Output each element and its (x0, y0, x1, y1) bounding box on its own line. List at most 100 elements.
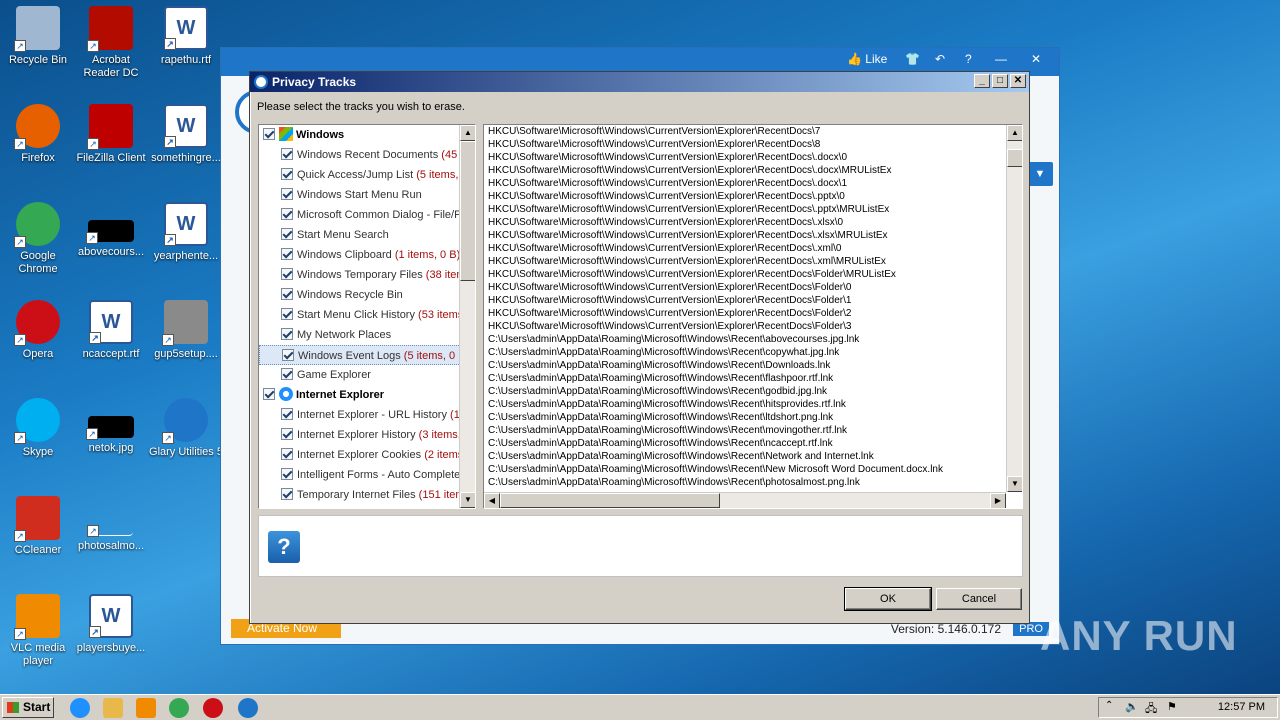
detail-vscrollbar[interactable]: ▲ ▼ (1006, 125, 1022, 492)
chrome-icon[interactable] (169, 698, 189, 718)
scroll-down-arrow-icon[interactable]: ▼ (460, 492, 475, 508)
track-path[interactable]: C:\Users\admin\AppData\Roaming\Microsoft… (484, 372, 1022, 385)
track-path[interactable]: HKCU\Software\Microsoft\Windows\CurrentV… (484, 242, 1022, 255)
track-path[interactable]: C:\Users\admin\AppData\Roaming\Microsoft… (484, 333, 1022, 346)
scroll-right-arrow-icon[interactable]: ▶ (990, 493, 1006, 508)
scroll-thumb[interactable] (500, 493, 720, 508)
checkbox[interactable] (281, 408, 293, 420)
minimize-button[interactable]: _ (974, 74, 990, 88)
checkbox[interactable] (281, 288, 293, 300)
speaker-icon[interactable]: 🔈 (1125, 700, 1139, 713)
track-path[interactable]: C:\Users\admin\AppData\Roaming\Microsoft… (484, 424, 1022, 437)
explorer-icon[interactable] (103, 698, 123, 718)
tree-item[interactable]: Internet Explorer History (3 items, (259, 425, 475, 445)
tree-item[interactable]: Quick Access/Jump List (5 items, 2 (259, 165, 475, 185)
maximize-button[interactable]: □ (992, 74, 1008, 88)
desktop-icon[interactable]: W ↗ somethingre... (148, 104, 224, 165)
tree-item[interactable]: Microsoft Common Dialog - File/Fo (259, 205, 475, 225)
desktop-icon[interactable]: ↗ gup5setup.... (148, 300, 224, 361)
tree-item[interactable]: Intelligent Forms - Auto Complete (259, 465, 475, 485)
desktop-icon[interactable]: W ↗ playersbuye... (73, 594, 149, 655)
tree-item[interactable]: Start Menu Click History (53 items, (259, 305, 475, 325)
tray-expand-icon[interactable]: ⌃ (1105, 700, 1113, 711)
checkbox[interactable] (281, 448, 293, 460)
track-path[interactable]: C:\Users\admin\AppData\Roaming\Microsoft… (484, 437, 1022, 450)
checkbox[interactable] (263, 388, 275, 400)
scroll-up-arrow-icon[interactable]: ▲ (460, 125, 475, 141)
track-path[interactable]: HKCU\Software\Microsoft\Windows\CurrentV… (484, 216, 1022, 229)
track-path[interactable]: HKCU\Software\Microsoft\Windows\CurrentV… (484, 125, 1022, 138)
checkbox[interactable] (281, 208, 293, 220)
checkbox[interactable] (281, 468, 293, 480)
tree-item[interactable]: Windows Start Menu Run (259, 185, 475, 205)
cancel-button[interactable]: Cancel (936, 588, 1022, 610)
tree-scrollbar[interactable]: ▲ ▼ (459, 125, 475, 508)
tree-group[interactable]: Internet Explorer (259, 385, 475, 405)
track-path[interactable]: C:\Users\admin\AppData\Roaming\Microsoft… (484, 385, 1022, 398)
chevron-down-icon[interactable]: ▼ (1027, 162, 1053, 186)
start-button[interactable]: Start (2, 697, 54, 718)
scroll-left-arrow-icon[interactable]: ◀ (484, 493, 500, 508)
like-button[interactable]: 👍 Like (847, 52, 887, 66)
desktop-icon[interactable]: ↗ netok.jpg (73, 398, 149, 455)
track-path[interactable]: HKCU\Software\Microsoft\Windows\CurrentV… (484, 138, 1022, 151)
close-icon[interactable]: ✕ (1031, 52, 1041, 66)
desktop-icon[interactable]: ↗ CCleaner (0, 496, 76, 557)
track-path[interactable]: HKCU\Software\Microsoft\Windows\CurrentV… (484, 294, 1022, 307)
desktop-icon[interactable]: ↗ Recycle Bin (0, 6, 76, 67)
track-path[interactable]: HKCU\Software\Microsoft\Windows\CurrentV… (484, 268, 1022, 281)
shirt-icon[interactable]: 👕 (905, 52, 920, 66)
minimize-icon[interactable]: — (995, 52, 1007, 66)
opera-icon[interactable] (203, 698, 223, 718)
track-path[interactable]: C:\Users\admin\AppData\Roaming\Microsoft… (484, 463, 1022, 476)
desktop-icon[interactable]: ↗ Acrobat Reader DC (73, 6, 149, 80)
checkbox[interactable] (281, 328, 293, 340)
track-path[interactable]: C:\Users\admin\AppData\Roaming\Microsoft… (484, 346, 1022, 359)
checkbox[interactable] (281, 248, 293, 260)
track-path[interactable]: C:\Users\admin\AppData\Roaming\Microsoft… (484, 450, 1022, 463)
undo-icon[interactable]: ↶ (935, 52, 945, 66)
glary-icon[interactable] (238, 698, 258, 718)
tree-item[interactable]: Internet Explorer Cookies (2 items (259, 445, 475, 465)
checkbox[interactable] (281, 148, 293, 160)
checkbox[interactable] (281, 428, 293, 440)
detail-hscrollbar[interactable]: ◀ ▶ (484, 492, 1006, 508)
checkbox[interactable] (281, 188, 293, 200)
desktop-icon[interactable]: W ↗ rapethu.rtf (148, 6, 224, 67)
checkbox[interactable] (281, 168, 293, 180)
tree-item[interactable]: Windows Temporary Files (38 item (259, 265, 475, 285)
desktop-icon[interactable]: W ↗ yearphente... (148, 202, 224, 263)
desktop-icon[interactable]: ↗ Opera (0, 300, 76, 361)
desktop-icon[interactable]: ↗ Glary Utilities 5 (148, 398, 224, 459)
scroll-thumb[interactable] (460, 141, 475, 281)
tree-item[interactable]: Windows Event Logs (5 items, 0 B (259, 345, 475, 365)
track-path[interactable]: HKCU\Software\Microsoft\Windows\CurrentV… (484, 255, 1022, 268)
tree-item[interactable]: Game Explorer (259, 365, 475, 385)
track-path[interactable]: HKCU\Software\Microsoft\Windows\CurrentV… (484, 320, 1022, 333)
desktop-icon[interactable]: ↗ Google Chrome (0, 202, 76, 276)
tree-item[interactable]: My Network Places (259, 325, 475, 345)
desktop-icon[interactable]: ↗ photosalmo... (73, 496, 149, 553)
scroll-up-arrow-icon[interactable]: ▲ (1007, 125, 1022, 141)
track-path[interactable]: C:\Users\admin\AppData\Roaming\Microsoft… (484, 398, 1022, 411)
checkbox[interactable] (281, 228, 293, 240)
media-player-icon[interactable] (136, 698, 156, 718)
track-path[interactable]: HKCU\Software\Microsoft\Windows\CurrentV… (484, 190, 1022, 203)
checkbox[interactable] (281, 368, 293, 380)
close-button[interactable]: ✕ (1010, 74, 1026, 88)
help-icon[interactable]: ? (965, 52, 972, 66)
tree-item[interactable]: Temporary Internet Files (151 item (259, 485, 475, 505)
desktop-icon[interactable]: ↗ VLC media player (0, 594, 76, 668)
ok-button[interactable]: OK (844, 587, 932, 611)
tree-item[interactable]: Internet Explorer - URL History (1: (259, 405, 475, 425)
track-path[interactable]: C:\Users\admin\AppData\Roaming\Microsoft… (484, 411, 1022, 424)
track-path[interactable]: C:\Users\admin\AppData\Roaming\Microsoft… (484, 359, 1022, 372)
tree-item[interactable]: Windows Recycle Bin (259, 285, 475, 305)
checkbox[interactable] (263, 128, 275, 140)
track-path[interactable]: HKCU\Software\Microsoft\Windows\CurrentV… (484, 177, 1022, 190)
tree-item[interactable]: Start Menu Search (259, 225, 475, 245)
track-path[interactable]: HKCU\Software\Microsoft\Windows\CurrentV… (484, 229, 1022, 242)
checkbox[interactable] (281, 268, 293, 280)
desktop-icon[interactable]: ↗ FileZilla Client (73, 104, 149, 165)
track-path[interactable]: HKCU\Software\Microsoft\Windows\CurrentV… (484, 203, 1022, 216)
